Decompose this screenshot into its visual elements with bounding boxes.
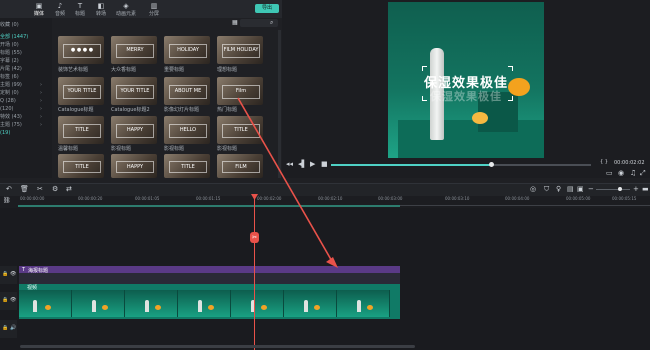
annotation-arrow-head — [326, 257, 338, 268]
annotation-arrow — [237, 97, 338, 268]
annotation-arrow-line — [237, 97, 334, 264]
timeline-scrollbar[interactable] — [20, 345, 415, 348]
